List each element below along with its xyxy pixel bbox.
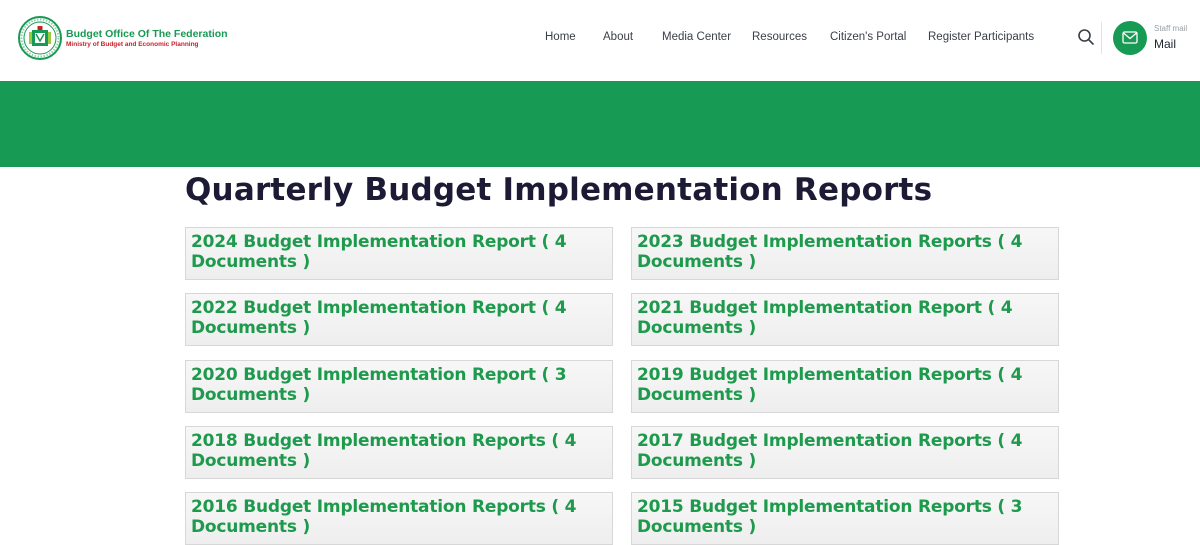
nav-about[interactable]: About [603, 30, 633, 44]
nav-home[interactable]: Home [545, 30, 576, 44]
report-link[interactable]: 2015 Budget Implementation Reports ( 3 D… [637, 497, 1053, 537]
ministry-name: Ministry of Budget and Economic Planning [66, 40, 199, 48]
nav-citizens-portal[interactable]: Citizen's Portal [830, 30, 906, 44]
staff-mail-button[interactable] [1113, 21, 1147, 55]
report-card-2022[interactable]: 2022 Budget Implementation Report ( 4 Do… [185, 293, 613, 346]
report-link[interactable]: 2018 Budget Implementation Reports ( 4 D… [191, 431, 607, 471]
report-card-2024[interactable]: 2024 Budget Implementation Report ( 4 Do… [185, 227, 613, 280]
page-title: Quarterly Budget Implementation Reports [185, 172, 933, 208]
report-link[interactable]: 2022 Budget Implementation Report ( 4 Do… [191, 298, 607, 338]
coat-of-arms-logo [18, 14, 62, 62]
staff-mail-label: Staff mail [1154, 24, 1188, 33]
site-logo[interactable]: Budget Office Of The Federation Ministry… [18, 14, 228, 62]
mail-link[interactable]: Mail [1154, 37, 1176, 51]
report-card-2020[interactable]: 2020 Budget Implementation Report ( 3 Do… [185, 360, 613, 413]
report-card-2023[interactable]: 2023 Budget Implementation Reports ( 4 D… [631, 227, 1059, 280]
nav-resources[interactable]: Resources [752, 30, 807, 44]
nav-media-center[interactable]: Media Center [662, 30, 731, 44]
nav-register-participants[interactable]: Register Participants [928, 30, 1034, 44]
report-link[interactable]: 2017 Budget Implementation Reports ( 4 D… [637, 431, 1053, 471]
hero-banner [0, 81, 1200, 167]
report-card-2015[interactable]: 2015 Budget Implementation Reports ( 3 D… [631, 492, 1059, 545]
mail-icon [1122, 29, 1138, 48]
report-card-2016[interactable]: 2016 Budget Implementation Reports ( 4 D… [185, 492, 613, 545]
logo-text: Budget Office Of The Federation Ministry… [66, 28, 228, 49]
report-link[interactable]: 2016 Budget Implementation Reports ( 4 D… [191, 497, 607, 537]
search-icon[interactable] [1077, 28, 1095, 46]
report-link[interactable]: 2024 Budget Implementation Report ( 4 Do… [191, 232, 607, 272]
report-link[interactable]: 2019 Budget Implementation Reports ( 4 D… [637, 365, 1053, 405]
report-card-2018[interactable]: 2018 Budget Implementation Reports ( 4 D… [185, 426, 613, 479]
report-card-2021[interactable]: 2021 Budget Implementation Report ( 4 Do… [631, 293, 1059, 346]
report-link[interactable]: 2020 Budget Implementation Report ( 3 Do… [191, 365, 607, 405]
report-link[interactable]: 2023 Budget Implementation Reports ( 4 D… [637, 232, 1053, 272]
org-name: Budget Office Of The Federation [66, 27, 228, 40]
report-card-2017[interactable]: 2017 Budget Implementation Reports ( 4 D… [631, 426, 1059, 479]
report-link[interactable]: 2021 Budget Implementation Report ( 4 Do… [637, 298, 1053, 338]
report-card-2019[interactable]: 2019 Budget Implementation Reports ( 4 D… [631, 360, 1059, 413]
site-header: Budget Office Of The Federation Ministry… [0, 0, 1200, 81]
header-divider [1101, 22, 1102, 54]
